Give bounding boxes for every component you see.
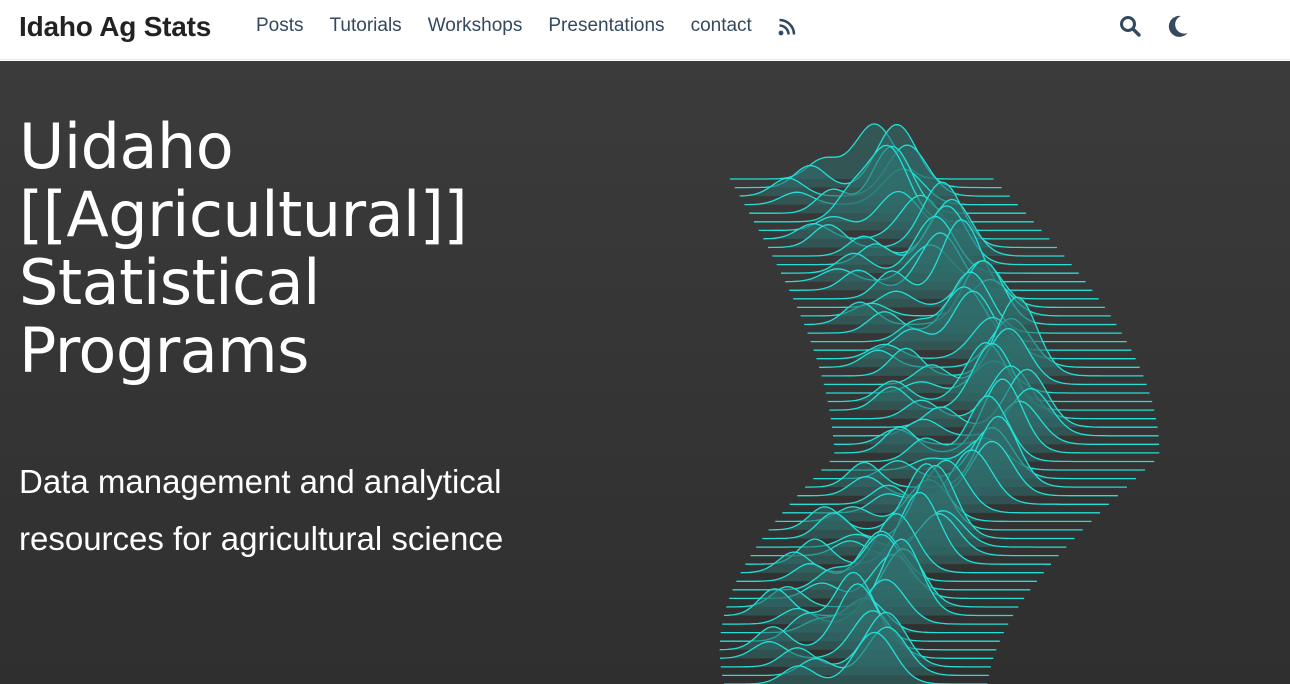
nav-link-tutorials[interactable]: Tutorials: [330, 14, 402, 38]
top-navbar: Idaho Ag Stats Posts Tutorials Workshops…: [0, 0, 1290, 60]
moon-icon[interactable]: [1166, 14, 1190, 38]
nav-link-posts[interactable]: Posts: [256, 14, 304, 38]
nav-link-workshops[interactable]: Workshops: [428, 14, 523, 38]
hero-section: Uidaho [[Agricultural]] Statistical Prog…: [0, 61, 1290, 684]
nav-link-presentations[interactable]: Presentations: [548, 14, 664, 38]
site-brand-link[interactable]: Idaho Ag Stats: [19, 10, 211, 44]
nav-actions: [1118, 14, 1190, 38]
ridgeline-illustration: [719, 123, 1160, 684]
main-nav: Posts Tutorials Workshops Presentations …: [256, 14, 796, 38]
hero-title: Uidaho [[Agricultural]] Statistical Prog…: [19, 110, 468, 387]
nav-link-contact[interactable]: contact: [691, 14, 752, 38]
hero-subtitle: Data management and analytical resources…: [19, 463, 504, 557]
search-icon[interactable]: [1118, 14, 1142, 38]
rss-icon[interactable]: [778, 18, 796, 36]
